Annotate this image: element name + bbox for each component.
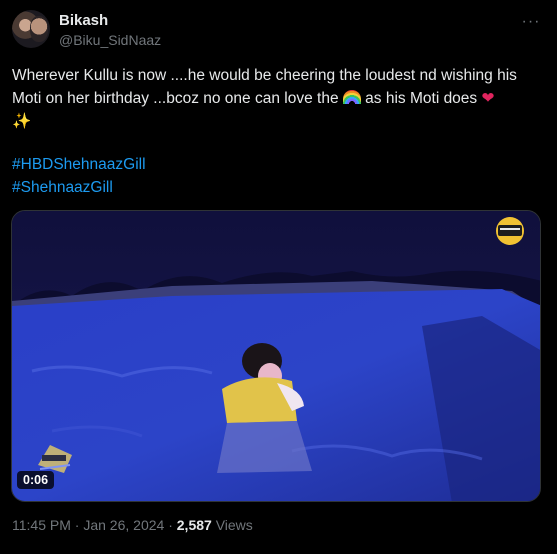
avatar[interactable]	[12, 10, 50, 48]
tweet-text: Wherever Kullu is now ....he would be ch…	[12, 64, 542, 133]
hashtag-link[interactable]: #ShehnaazGill	[12, 176, 146, 199]
ellipsis-icon: ···	[521, 13, 541, 30]
views-count: 2,587	[176, 517, 212, 533]
video-duration-badge: 0:06	[17, 471, 55, 489]
views-label: Views	[211, 517, 253, 533]
author-handle[interactable]: @Biku_SidNaaz	[59, 32, 161, 48]
tweet-text-part-2: as his Moti does	[360, 90, 482, 107]
more-options-button[interactable]: ···	[516, 12, 546, 32]
rainbow-icon	[342, 90, 361, 104]
post-date[interactable]: Jan 26, 2024	[83, 517, 164, 533]
meta-separator: ·	[164, 517, 177, 533]
red-heart-icon: ❤	[481, 89, 495, 107]
sparkles-icon: ✨	[12, 112, 32, 130]
tweet-metadata: 11:45 PM · Jan 26, 2024 · 2,587 Views	[12, 517, 253, 533]
author-name[interactable]: Bikash	[59, 12, 108, 29]
video-frame	[12, 211, 540, 501]
meta-separator: ·	[70, 517, 84, 533]
video-player[interactable]	[11, 210, 541, 502]
avatar-photo-detail	[30, 16, 48, 42]
tweet-card: Bikash @Biku_SidNaaz ··· Wherever Kullu …	[0, 0, 557, 554]
hashtag-link[interactable]: #HBDShehnaazGill	[12, 153, 146, 176]
post-time[interactable]: 11:45 PM	[12, 517, 71, 533]
hashtag-list: #HBDShehnaazGill #ShehnaazGill	[12, 153, 146, 199]
